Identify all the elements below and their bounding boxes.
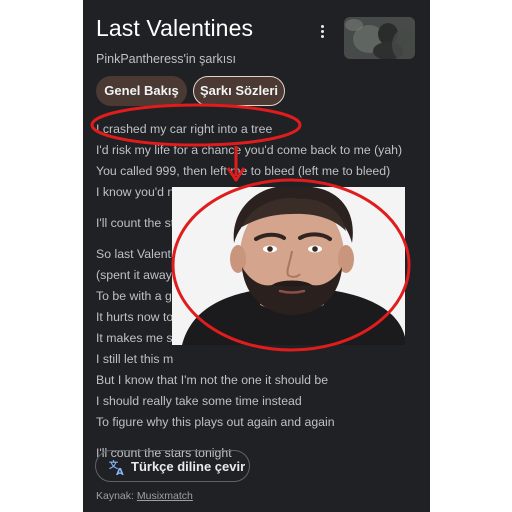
face-photo <box>172 187 405 345</box>
more-vert-icon[interactable] <box>319 24 327 40</box>
source-link[interactable]: Musixmatch <box>137 490 193 502</box>
screenshot-stage: Last Valentines PinkPantheress'in şarkıs… <box>0 0 512 512</box>
album-art-image <box>344 17 415 59</box>
lyric-line: But I know that I'm not the one it shoul… <box>96 373 329 387</box>
lyric-line: To figure why this plays out again and a… <box>96 415 335 429</box>
translate-button-label: Türkçe diline çevir <box>131 459 246 474</box>
lyric-line: I still let this m <box>96 352 174 366</box>
translate-icon: 文 A <box>108 459 124 476</box>
lyric-line: I crashed my car right into a tree <box>96 122 273 136</box>
song-title: Last Valentines <box>96 15 254 41</box>
song-subtitle: PinkPantheress'in şarkısı <box>96 52 236 66</box>
lyrics-source: Kaynak: Musixmatch <box>96 490 193 502</box>
tab-lyrics[interactable]: Şarkı Sözleri <box>193 76 285 106</box>
album-thumbnail[interactable] <box>344 17 415 59</box>
lyric-line: I'd risk my life for a chance you'd come… <box>96 143 403 157</box>
face-photo-image <box>172 187 405 345</box>
svg-text:A: A <box>116 467 124 476</box>
lyric-line: You called 999, then left me to bleed (l… <box>96 164 391 178</box>
translate-button[interactable]: 文 A Türkçe diline çevir <box>95 450 250 482</box>
lyric-line: I should really take some time instead <box>96 394 302 408</box>
source-prefix: Kaynak: <box>96 490 137 502</box>
tab-overview[interactable]: Genel Bakış <box>96 76 187 106</box>
